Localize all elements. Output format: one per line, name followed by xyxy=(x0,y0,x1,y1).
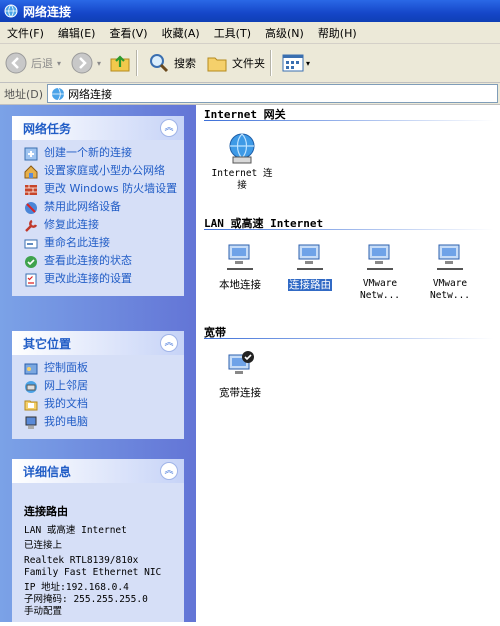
group-divider xyxy=(204,338,494,339)
my-documents-icon xyxy=(24,400,38,411)
connection-broadband[interactable]: 宽带连接 xyxy=(204,349,276,399)
details-panel: 详细信息 ︽ 连接路由 LAN 或高速 Internet 已连接上 Realte… xyxy=(12,459,184,622)
task-rename-connection[interactable]: 重命名此连接 xyxy=(24,236,178,251)
menu-tools[interactable]: 工具(T) xyxy=(207,25,258,41)
network-connections-icon xyxy=(52,87,65,100)
title-bar[interactable]: 网络连接 xyxy=(0,0,500,22)
connection-vmware-2[interactable]: VMware Netw... xyxy=(414,241,486,302)
task-create-connection[interactable]: 创建一个新的连接 xyxy=(24,146,178,161)
back-dropdown-icon[interactable]: ▾ xyxy=(57,59,61,68)
task-disable-device[interactable]: 禁用此网络设备 xyxy=(24,200,178,215)
address-field[interactable]: 网络连接 xyxy=(47,84,498,103)
toolbar-separator xyxy=(270,50,273,76)
forward-arrow-icon xyxy=(71,52,93,74)
folder-icon xyxy=(207,57,227,72)
place-my-computer[interactable]: 我的电脑 xyxy=(24,415,178,430)
back-arrow-icon xyxy=(5,52,27,74)
views-icon xyxy=(282,54,304,72)
home-network-icon xyxy=(24,165,38,179)
repair-wrench-icon xyxy=(25,219,38,232)
disable-network-icon xyxy=(25,202,37,214)
toolbar-separator xyxy=(136,50,139,76)
menu-help[interactable]: 帮助(H) xyxy=(311,25,364,41)
rename-icon xyxy=(24,239,38,249)
menu-advanced[interactable]: 高级(N) xyxy=(258,25,311,41)
task-home-network[interactable]: 设置家庭或小型办公网络 xyxy=(24,164,178,179)
views-dropdown-icon[interactable]: ▾ xyxy=(306,59,310,68)
up-folder-button[interactable] xyxy=(109,48,131,78)
connection-internet[interactable]: Internet 连接 xyxy=(206,131,278,192)
details-type: LAN 或高速 Internet xyxy=(24,525,127,536)
network-connections-icon xyxy=(4,4,18,18)
connection-local[interactable]: 本地连接 xyxy=(204,241,276,291)
task-view-status[interactable]: 查看此连接的状态 xyxy=(24,254,178,269)
network-tasks-panel: 网络任务 ︽ 创建一个新的连接 设置家庭或小型办公网络 更改 Windows 防… xyxy=(12,116,184,296)
menu-view[interactable]: 查看(V) xyxy=(102,25,154,41)
network-places-icon xyxy=(25,381,37,393)
lan-connection-icon xyxy=(437,244,463,270)
details-status: 已连接上 xyxy=(24,540,63,551)
other-places-header[interactable]: 其它位置 ︽ xyxy=(12,331,184,355)
other-places-panel: 其它位置 ︽ 控制面板 网上邻居 我的文档 我的电脑 xyxy=(12,331,184,439)
menu-favorites[interactable]: 收藏(A) xyxy=(155,25,207,41)
collapse-chevron-icon[interactable]: ︽ xyxy=(160,334,178,352)
connection-vmware-1[interactable]: VMware Netw... xyxy=(344,241,416,302)
collapse-chevron-icon[interactable]: ︽ xyxy=(160,119,178,137)
back-button[interactable]: 后退 ▾ xyxy=(5,48,61,78)
firewall-icon xyxy=(25,185,37,195)
task-pane: 网络任务 ︽ 创建一个新的连接 设置家庭或小型办公网络 更改 Windows 防… xyxy=(0,105,196,622)
folders-button[interactable]: 文件夹 xyxy=(206,48,265,78)
place-network-neighborhood[interactable]: 网上邻居 xyxy=(24,379,178,394)
task-firewall-settings[interactable]: 更改 Windows 防火墙设置 xyxy=(24,182,178,197)
broadband-connection-icon xyxy=(228,351,254,374)
group-divider xyxy=(204,229,494,230)
forward-dropdown-icon[interactable]: ▾ xyxy=(97,59,101,68)
new-connection-icon xyxy=(24,147,38,161)
settings-checklist-icon xyxy=(25,273,37,287)
menu-file[interactable]: 文件(F) xyxy=(0,25,51,41)
details-subnet-mask: 子网掩码: 255.255.255.0 xyxy=(24,594,148,605)
window-title: 网络连接 xyxy=(23,4,72,19)
toolbar: 后退 ▾ ▾ 搜索 文件夹 ▾ xyxy=(0,44,500,83)
my-computer-icon xyxy=(25,416,37,429)
address-bar: 地址(D) 网络连接 xyxy=(0,83,500,105)
menu-edit[interactable]: 编辑(E) xyxy=(51,25,103,41)
task-repair-connection[interactable]: 修复此连接 xyxy=(24,218,178,233)
details-adapter: Realtek RTL8139/810x Family Fast Etherne… xyxy=(24,555,162,578)
search-button[interactable]: 搜索 xyxy=(148,48,196,78)
place-control-panel[interactable]: 控制面板 xyxy=(24,361,178,376)
lan-connection-icon xyxy=(367,244,393,270)
connections-view: Internet 网关 Internet 连接 LAN 或高速 Internet… xyxy=(196,105,500,622)
group-divider xyxy=(204,120,494,121)
lan-connection-icon xyxy=(297,244,323,270)
connection-router[interactable]: 连接路由 xyxy=(274,241,346,291)
internet-gateway-icon xyxy=(229,133,255,164)
details-header[interactable]: 详细信息 ︽ xyxy=(12,459,184,483)
forward-button[interactable]: ▾ xyxy=(71,48,101,78)
search-icon xyxy=(150,54,169,73)
views-button[interactable]: ▾ xyxy=(282,48,310,78)
menu-bar: 文件(F) 编辑(E) 查看(V) 收藏(A) 工具(T) 高级(N) 帮助(H… xyxy=(0,22,500,44)
up-folder-icon xyxy=(110,55,130,72)
control-panel-icon xyxy=(24,363,38,375)
status-icon xyxy=(25,256,37,268)
place-my-documents[interactable]: 我的文档 xyxy=(24,397,178,412)
address-label: 地址(D) xyxy=(4,87,44,101)
lan-connection-icon xyxy=(227,244,253,270)
task-change-settings[interactable]: 更改此连接的设置 xyxy=(24,272,178,287)
collapse-chevron-icon[interactable]: ︽ xyxy=(160,462,178,480)
details-connection-name: 连接路由 xyxy=(24,505,68,518)
network-tasks-header[interactable]: 网络任务 ︽ xyxy=(12,116,184,140)
details-config-mode: 手动配置 xyxy=(24,606,63,617)
details-ip-address: IP 地址:192.168.0.4 xyxy=(24,582,129,593)
